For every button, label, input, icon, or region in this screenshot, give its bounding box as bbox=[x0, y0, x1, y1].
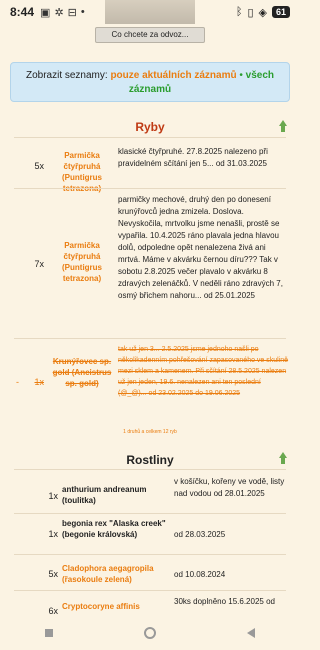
arrow-up-icon[interactable] bbox=[278, 452, 288, 464]
notification-icon: ⊟ bbox=[67, 6, 77, 19]
back-icon[interactable] bbox=[246, 627, 255, 638]
row-count: 1x bbox=[34, 377, 44, 387]
home-icon[interactable] bbox=[143, 626, 156, 639]
row-desc: klasické čtyřpruhé. 27.8.2025 nalezeno p… bbox=[118, 147, 268, 168]
divider bbox=[14, 188, 286, 189]
row-desc: v košíčku, kořeny ve vodě, listy nad vod… bbox=[174, 477, 285, 498]
gallery-icon: ▣ bbox=[40, 6, 51, 19]
wifi-icon: ◈ bbox=[258, 6, 267, 19]
section-footnote: 1 druhů a celkem 12 ryb bbox=[123, 429, 177, 435]
divider bbox=[14, 554, 286, 555]
row-desc: od 10.08.2024 bbox=[174, 570, 226, 579]
top-button[interactable]: Co chcete za odvoz... bbox=[95, 27, 205, 43]
navigation-bar bbox=[0, 615, 300, 650]
divider bbox=[14, 590, 286, 591]
row-name[interactable]: Parmička čtyřpruhá (Puntigrus tetrazona) bbox=[48, 240, 116, 284]
row-desc: parmičky mechové, druhý den po donesení … bbox=[118, 195, 283, 300]
row-count: 1x bbox=[48, 491, 58, 501]
filter-prefix: Zobrazit seznamy: bbox=[25, 70, 108, 81]
status-time: 8:44 bbox=[10, 5, 35, 19]
arrow-up-icon[interactable] bbox=[278, 120, 288, 132]
filter-box: Zobrazit seznamy: pouze aktuálních zázna… bbox=[10, 62, 290, 102]
bluetooth-icon: ᛒ bbox=[235, 6, 243, 18]
row-count: 5x bbox=[34, 161, 44, 171]
row-name[interactable]: Krunýřovec sp. gold (Ancistrus sp. gold) bbox=[48, 356, 116, 389]
header-image bbox=[105, 0, 195, 24]
vibrate-icon: ▯ bbox=[247, 6, 254, 19]
divider bbox=[14, 338, 286, 339]
section-title-rostliny: Rostliny bbox=[126, 453, 174, 467]
row-count: 7x bbox=[34, 259, 44, 269]
section-title-ryby: Ryby bbox=[135, 120, 165, 134]
divider bbox=[14, 137, 286, 138]
row-name[interactable]: begonia rex "Alaska creek" (begonie král… bbox=[62, 518, 168, 540]
row-dash: - bbox=[16, 377, 19, 387]
filter-current-link[interactable]: pouze aktuálních záznamů bbox=[110, 70, 236, 81]
settings-icon: ✲ bbox=[54, 6, 64, 19]
row-count: 5x bbox=[48, 569, 58, 579]
row-desc: tak už jen 3... 2.5.2025 jsme jednoho na… bbox=[118, 346, 289, 397]
dot-icon: • bbox=[80, 6, 85, 18]
row-name[interactable]: anthurium andreanum (toulitka) bbox=[62, 484, 168, 506]
row-name[interactable]: Cladophora aegagropila (řasokoule zelená… bbox=[62, 563, 168, 585]
divider bbox=[14, 513, 286, 514]
row-desc: 30ks doplněno 15.6.2025 od bbox=[174, 597, 275, 606]
divider bbox=[14, 469, 286, 470]
row-name[interactable]: Cryptocoryne affinis bbox=[62, 601, 168, 612]
recent-apps-icon[interactable] bbox=[45, 628, 54, 637]
row-count: 1x bbox=[48, 529, 58, 539]
battery-icon: 61 bbox=[271, 6, 290, 18]
row-desc: od 28.03.2025 bbox=[174, 530, 226, 539]
filter-separator: • bbox=[239, 70, 243, 81]
